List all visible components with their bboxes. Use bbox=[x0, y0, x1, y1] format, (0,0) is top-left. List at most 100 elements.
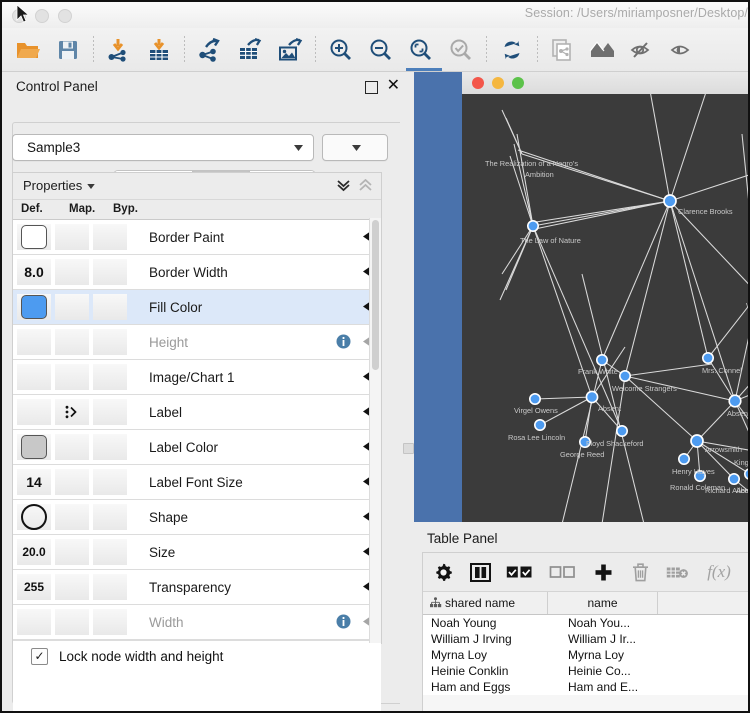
map-cell[interactable] bbox=[55, 224, 89, 250]
table-row[interactable]: 255 Transparency bbox=[13, 570, 381, 605]
network-close-icon[interactable] bbox=[472, 77, 484, 89]
table-row[interactable]: 8.0 Border Width bbox=[13, 255, 381, 290]
table-row[interactable]: Ham and Eggs Ham and E... bbox=[423, 679, 748, 695]
graph-node[interactable] bbox=[529, 392, 542, 405]
map-cell[interactable] bbox=[55, 539, 89, 565]
lock-node-size-checkbox[interactable]: ✓ bbox=[31, 647, 48, 665]
splitter-grip[interactable] bbox=[403, 443, 414, 454]
deselect-all-icon[interactable] bbox=[548, 560, 578, 584]
color-swatch[interactable] bbox=[21, 435, 47, 459]
def-cell[interactable]: 20.0 bbox=[17, 539, 51, 565]
table-row[interactable]: Shape bbox=[13, 500, 381, 535]
table-row[interactable]: Fill Color bbox=[13, 290, 381, 325]
reset-table-icon[interactable] bbox=[665, 560, 691, 584]
table-row[interactable]: Image/Chart 1 bbox=[13, 360, 381, 395]
close-panel-icon[interactable]: ✕ bbox=[387, 76, 400, 96]
byp-cell[interactable] bbox=[93, 469, 127, 495]
minimize-window-icon[interactable] bbox=[35, 9, 49, 23]
graph-node[interactable] bbox=[596, 353, 609, 366]
collapse-all-chevron-icon[interactable] bbox=[358, 179, 373, 192]
function-builder-icon[interactable]: f(x) bbox=[704, 560, 734, 584]
network-graph[interactable]: The Realization of a Negro's Ambition Th… bbox=[462, 94, 748, 522]
settings-gear-icon[interactable] bbox=[431, 560, 455, 584]
byp-cell[interactable] bbox=[93, 259, 127, 285]
refresh-icon[interactable] bbox=[492, 30, 532, 70]
import-network-icon[interactable] bbox=[99, 30, 139, 70]
lock-node-size-row[interactable]: ✓ Lock node width and height bbox=[13, 640, 381, 671]
graph-node[interactable] bbox=[728, 394, 742, 408]
def-cell[interactable] bbox=[17, 364, 51, 390]
color-swatch[interactable] bbox=[21, 295, 47, 319]
graph-node[interactable] bbox=[527, 220, 540, 233]
network-minimize-icon[interactable] bbox=[492, 77, 504, 89]
restore-panel-icon[interactable] bbox=[365, 81, 378, 94]
table-row[interactable]: Heinie Conklin Heinie Co... bbox=[423, 663, 748, 679]
export-network-icon[interactable] bbox=[190, 30, 230, 70]
byp-cell[interactable] bbox=[93, 224, 127, 250]
graph-node[interactable] bbox=[727, 472, 740, 485]
map-cell[interactable] bbox=[55, 364, 89, 390]
def-cell[interactable] bbox=[17, 399, 51, 425]
table-row[interactable]: William J Irving William J Ir... bbox=[423, 631, 748, 647]
table-row[interactable]: Label bbox=[13, 395, 381, 430]
byp-cell[interactable] bbox=[93, 399, 127, 425]
table-row[interactable]: Myrna Loy Myrna Loy bbox=[423, 647, 748, 663]
properties-scrollbar[interactable] bbox=[369, 218, 381, 643]
def-cell[interactable]: 14 bbox=[17, 469, 51, 495]
network-zoom-icon[interactable] bbox=[512, 77, 524, 89]
byp-cell[interactable] bbox=[93, 434, 127, 460]
byp-cell[interactable] bbox=[93, 364, 127, 390]
split-columns-icon[interactable] bbox=[468, 560, 492, 584]
save-session-icon[interactable] bbox=[48, 30, 88, 70]
graph-node[interactable] bbox=[616, 424, 629, 437]
import-table-icon[interactable] bbox=[139, 30, 179, 70]
map-cell[interactable] bbox=[55, 294, 89, 320]
properties-scrollbar-thumb[interactable] bbox=[372, 220, 379, 370]
graph-node[interactable] bbox=[585, 390, 599, 404]
graph-node[interactable] bbox=[744, 468, 748, 480]
table-row[interactable]: Width bbox=[13, 605, 381, 640]
style-options-button[interactable] bbox=[322, 134, 388, 161]
info-icon[interactable] bbox=[336, 614, 351, 629]
graph-node[interactable] bbox=[619, 369, 632, 382]
def-cell[interactable] bbox=[17, 224, 51, 250]
network-canvas[interactable]: The Realization of a Negro's Ambition Th… bbox=[462, 94, 748, 522]
select-all-icon[interactable] bbox=[505, 560, 535, 584]
map-cell[interactable] bbox=[55, 469, 89, 495]
add-column-icon[interactable] bbox=[591, 560, 615, 584]
zoom-window-icon[interactable] bbox=[58, 9, 72, 23]
properties-menu-caret-icon[interactable] bbox=[87, 184, 95, 189]
panel-splitter[interactable] bbox=[400, 72, 414, 711]
table-row[interactable]: Label Color bbox=[13, 430, 381, 465]
open-session-icon[interactable] bbox=[8, 30, 48, 70]
expand-all-chevron-icon[interactable] bbox=[336, 179, 351, 192]
home-icon[interactable] bbox=[583, 30, 623, 70]
new-network-from-selection-icon[interactable] bbox=[543, 30, 583, 70]
graph-node[interactable] bbox=[690, 434, 704, 448]
byp-cell[interactable] bbox=[93, 574, 127, 600]
map-cell[interactable] bbox=[55, 434, 89, 460]
network-traffic-lights[interactable] bbox=[472, 77, 524, 89]
zoom-fit-icon[interactable] bbox=[401, 30, 441, 70]
table-row[interactable]: Border Paint bbox=[13, 220, 381, 255]
export-image-icon[interactable] bbox=[270, 30, 310, 70]
show-icon[interactable] bbox=[663, 30, 703, 70]
map-cell[interactable] bbox=[55, 259, 89, 285]
export-table-icon[interactable] bbox=[230, 30, 270, 70]
def-cell[interactable]: 255 bbox=[17, 574, 51, 600]
column-header-name[interactable]: name bbox=[548, 592, 658, 614]
color-swatch[interactable] bbox=[21, 225, 47, 249]
byp-cell[interactable] bbox=[93, 504, 127, 530]
byp-cell[interactable] bbox=[93, 294, 127, 320]
map-cell[interactable] bbox=[55, 399, 89, 425]
table-row[interactable]: Noah Young Noah You... bbox=[423, 615, 748, 631]
def-cell[interactable] bbox=[17, 504, 51, 530]
table-row[interactable]: 14 Label Font Size bbox=[13, 465, 381, 500]
def-cell[interactable] bbox=[17, 294, 51, 320]
def-cell[interactable]: 8.0 bbox=[17, 259, 51, 285]
map-cell[interactable] bbox=[55, 574, 89, 600]
graph-node[interactable] bbox=[534, 418, 547, 431]
byp-cell[interactable] bbox=[93, 539, 127, 565]
style-select[interactable]: Sample3 bbox=[12, 134, 314, 161]
graph-node[interactable] bbox=[663, 194, 677, 208]
